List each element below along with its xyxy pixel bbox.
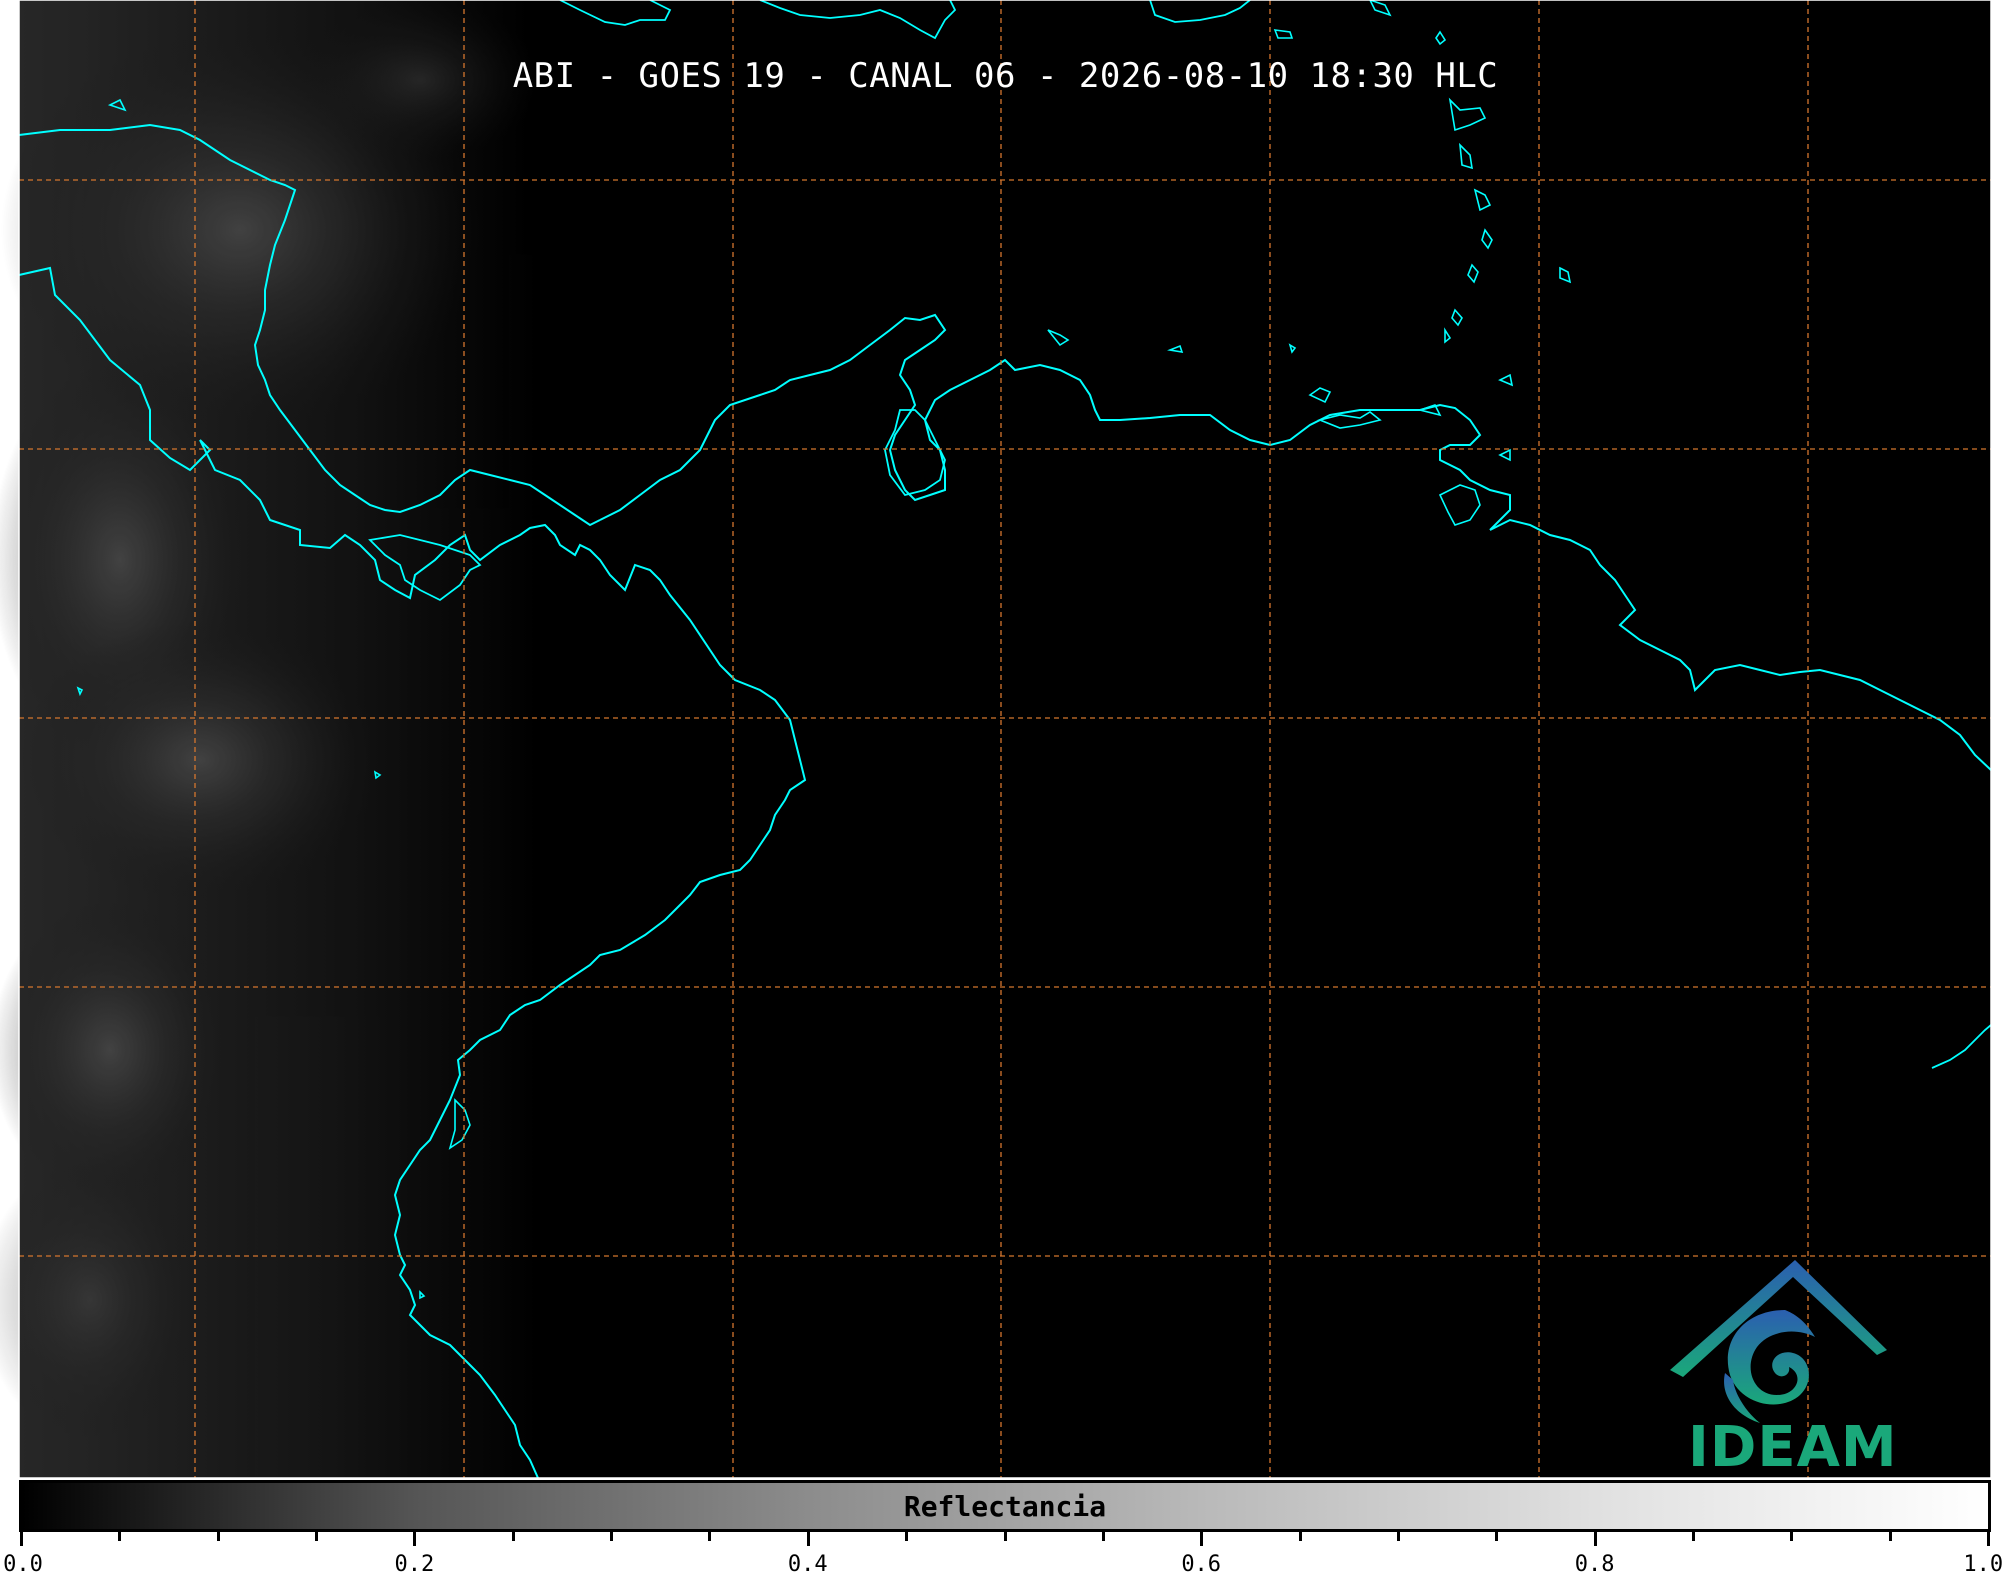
colorbar-major-tick (413, 1532, 417, 1546)
map-title: ABI - GOES 19 - CANAL 06 - 2026-08-10 18… (512, 56, 1499, 96)
colorbar-minor-tick (216, 1532, 220, 1541)
colorbar-minor-tick (1790, 1532, 1794, 1541)
ideam-logo-text: IDEAM (1688, 1415, 1898, 1480)
colorbar-minor-tick (1495, 1532, 1499, 1541)
colorbar-minor-tick (708, 1532, 712, 1541)
cloud-reflectance (0, 0, 540, 1478)
colorbar-minor-tick (1003, 1532, 1007, 1541)
colorbar-major-tick (1593, 1532, 1597, 1546)
colorbar-label: Reflectancia (903, 1490, 1107, 1523)
colorbar-minor-tick (610, 1532, 614, 1541)
colorbar-major-tick (20, 1532, 23, 1546)
colorbar-major-tick (1987, 1532, 1990, 1546)
colorbar-minor-tick (315, 1532, 319, 1541)
colorbar-minor-tick (1101, 1532, 1105, 1541)
colorbar-minor-tick (511, 1532, 515, 1541)
colorbar-minor-tick (1298, 1532, 1302, 1541)
colorbar-minor-tick (905, 1532, 909, 1541)
colorbar-tick-label: 1.0 (1963, 1552, 2004, 1577)
colorbar-tick-label: 0.6 (1181, 1552, 1222, 1577)
colorbar-minor-tick (1396, 1532, 1400, 1541)
colorbar-minor-tick (1888, 1532, 1892, 1541)
colorbar-minor-tick (1691, 1532, 1695, 1541)
colorbar-tick-label: 0.0 (3, 1552, 43, 1577)
colorbar-major-tick (806, 1532, 810, 1546)
colorbar-tick-label: 0.4 (787, 1552, 828, 1577)
colorbar-tick-label: 0.8 (1574, 1552, 1615, 1577)
colorbar-minor-tick (118, 1532, 122, 1541)
colorbar-tick-label: 0.2 (394, 1552, 435, 1577)
colorbar-major-tick (1200, 1532, 1204, 1546)
